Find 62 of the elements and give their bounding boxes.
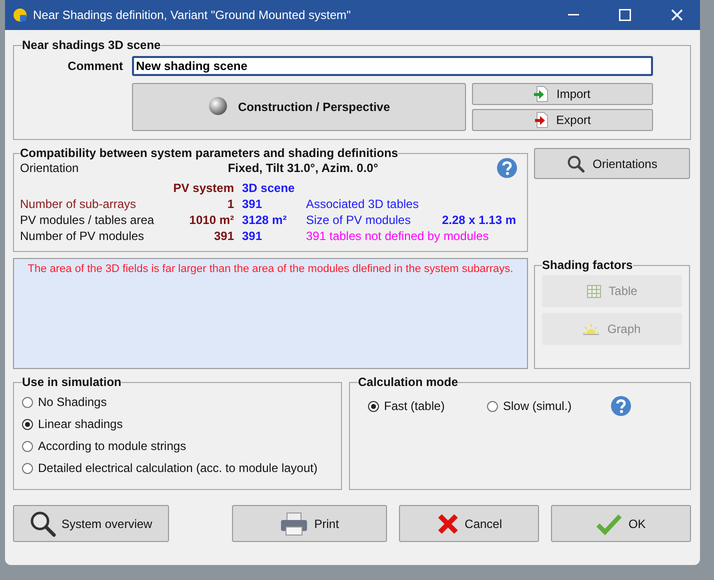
group-title: Shading factors	[542, 258, 633, 272]
option-label: Linear shadings	[38, 417, 123, 431]
option-label: Detailed electrical calculation (acc. to module layout)	[38, 461, 318, 475]
row-note: Associated 3D tables	[306, 196, 419, 212]
check-icon	[596, 512, 622, 534]
export-button[interactable]: Export	[472, 109, 653, 131]
ok-button[interactable]: OK	[551, 505, 691, 542]
window-title: Near Shadings definition, Variant "Ground Mounted system"	[33, 8, 352, 22]
comment-field[interactable]: New shading scene	[132, 56, 653, 76]
construction-button[interactable]: Construction / Perspective	[132, 83, 466, 131]
comment-label: Comment	[66, 59, 124, 73]
table-icon	[586, 284, 601, 298]
minimize-icon[interactable]	[568, 14, 578, 16]
row-note: 391 tables not defined by modules	[306, 228, 489, 244]
orientation-label: Orientation	[20, 160, 80, 176]
export-icon	[534, 112, 548, 128]
search-icon	[30, 510, 56, 536]
radio-button[interactable]	[22, 462, 33, 474]
app-icon	[13, 8, 27, 22]
warning-message: The area of the 3D fields is far larger than the area of the modules dlefined in the system subarrays.	[13, 258, 528, 369]
row-note: Size of PV modules	[306, 212, 411, 228]
scene-value: 391	[242, 228, 264, 244]
import-icon	[534, 86, 548, 102]
radio-button[interactable]	[368, 400, 379, 412]
group-title: Calculation mode	[358, 375, 458, 389]
orientations-button[interactable]: Orientations	[534, 148, 690, 179]
option-label: Fast (table)	[384, 399, 445, 413]
sun-icon	[583, 323, 600, 335]
pv-value: 391	[212, 228, 235, 244]
maximize-icon[interactable]	[619, 9, 631, 21]
print-button[interactable]: Print	[232, 505, 388, 542]
radio-button[interactable]	[487, 400, 498, 412]
overview-button[interactable]: System overview	[13, 505, 169, 542]
scene-value: 3128 m²	[242, 212, 288, 228]
close-icon	[436, 512, 459, 534]
pv-value: 1010 m²	[188, 212, 235, 228]
group-title: Near shadings 3D scene	[22, 38, 161, 52]
radio-button[interactable]	[22, 418, 33, 430]
scene-value: 391	[242, 196, 264, 212]
column-header: 3D scene	[242, 180, 296, 196]
import-button[interactable]: Import	[472, 83, 653, 105]
radio-button[interactable]	[22, 396, 33, 408]
help-icon[interactable]	[610, 395, 632, 417]
printer-icon	[280, 512, 308, 536]
orientation-value: Fixed, Tilt 31.0°, Azim. 0.0°	[226, 160, 380, 176]
radio-button[interactable]	[22, 440, 33, 452]
help-icon[interactable]	[496, 157, 518, 179]
module-size: 2.28 x 1.13 m	[440, 212, 516, 228]
sphere-icon	[208, 96, 230, 118]
row-label: PV modules / tables area	[20, 212, 156, 228]
option-label: Slow (simul.)	[503, 399, 572, 413]
option-label: No Shadings	[38, 395, 107, 409]
pv-value: 1	[226, 196, 235, 212]
row-label: Number of sub-arrays	[20, 196, 138, 212]
group-title: Use in simulation	[22, 375, 122, 389]
option-label: According to module strings	[38, 439, 186, 453]
group-title: Compatibility between system parameters and shading definitions	[20, 146, 398, 160]
cancel-button[interactable]: Cancel	[399, 505, 540, 542]
close-icon[interactable]	[671, 9, 683, 21]
column-header: PV system	[172, 180, 235, 196]
search-icon	[566, 154, 585, 172]
row-label: Number of PV modules	[20, 228, 146, 244]
